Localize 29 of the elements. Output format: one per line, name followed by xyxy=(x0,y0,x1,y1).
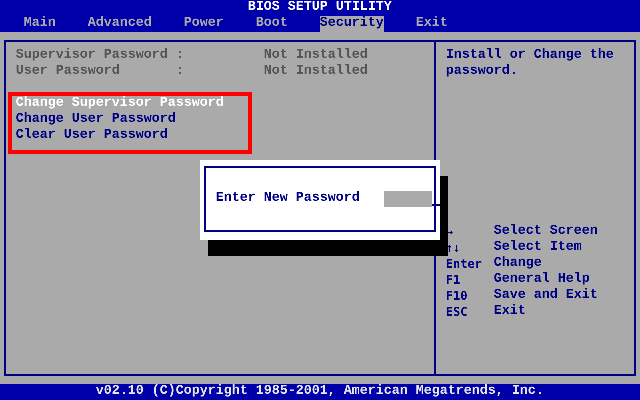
copyright-text: v02.10 (C)Copyright 1985-2001, American Megatrends, Inc. xyxy=(0,384,640,400)
key-action: Save and Exit xyxy=(494,288,598,304)
setting-label: User Password xyxy=(16,64,121,80)
menu-tab[interactable]: Exit xyxy=(416,16,448,32)
menu-tab[interactable]: Boot xyxy=(256,16,288,32)
help-text: Install or Change the password. xyxy=(446,48,615,80)
menu-tab[interactable]: Main xyxy=(24,16,56,32)
setting-value: Not Installed xyxy=(264,48,369,64)
key-action: Change xyxy=(494,256,542,272)
setting-value: Not Installed xyxy=(264,64,369,80)
key-action: Select Screen xyxy=(494,224,598,240)
setting-label: Supervisor Password xyxy=(16,48,169,64)
window-title: BIOS SETUP UTILITY xyxy=(247,0,393,16)
separator-colon: : xyxy=(176,48,185,64)
key-label: F1 xyxy=(446,272,462,288)
key-action: Select Item xyxy=(494,240,582,256)
menu-tab[interactable]: Security xyxy=(320,16,384,32)
key-label: ↑↓ xyxy=(446,240,462,256)
key-label: Enter xyxy=(446,256,484,272)
menu-item[interactable]: Clear User Password xyxy=(16,128,434,144)
menu-tab[interactable]: Power xyxy=(184,16,224,32)
menu-item[interactable]: Change User Password xyxy=(16,112,434,128)
menu-tab[interactable]: Advanced xyxy=(88,16,152,32)
key-label: F10 xyxy=(446,288,469,304)
key-action: General Help xyxy=(494,272,590,288)
key-label: ESC xyxy=(446,304,469,320)
dialog-prompt: Enter New Password xyxy=(216,191,360,207)
separator-colon: : xyxy=(176,64,185,80)
key-action: Exit xyxy=(494,304,526,320)
